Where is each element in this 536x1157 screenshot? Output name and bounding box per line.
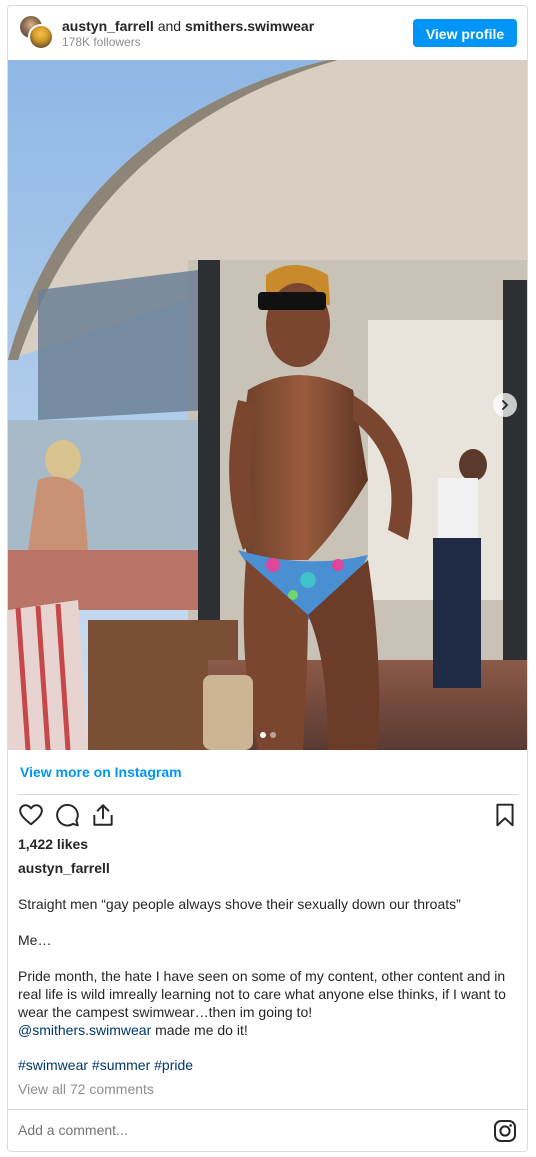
hashtags[interactable]: #swimwear #summer #pride bbox=[18, 1057, 193, 1073]
view-comments-link[interactable]: View all 72 comments bbox=[18, 1081, 154, 1097]
caption-line: Me… bbox=[18, 932, 52, 948]
follower-count: 178K followers bbox=[62, 35, 141, 49]
comment-input[interactable] bbox=[18, 1122, 438, 1138]
carousel-dot bbox=[259, 732, 266, 738]
caption-line: made me do it! bbox=[151, 1022, 248, 1038]
divider bbox=[18, 794, 518, 795]
chevron-right-icon bbox=[502, 400, 509, 410]
next-slide-button[interactable] bbox=[493, 393, 517, 417]
authors-conjunction: and bbox=[153, 18, 185, 34]
author-username[interactable]: austyn_farrell bbox=[62, 18, 154, 34]
divider bbox=[8, 1109, 527, 1110]
caption-line: Pride month, the hate I have seen on som… bbox=[18, 968, 506, 1020]
share-icon[interactable] bbox=[90, 802, 116, 828]
carousel-dot bbox=[269, 732, 276, 738]
view-more-link[interactable]: View more on Instagram bbox=[20, 764, 182, 780]
avatar-stack[interactable] bbox=[18, 14, 54, 50]
post-caption: Straight men “gay people always shove th… bbox=[18, 895, 518, 1039]
instagram-icon[interactable] bbox=[493, 1119, 517, 1143]
post-photo[interactable] bbox=[8, 60, 527, 750]
post-authors: austyn_farrell and smithers.swimwear bbox=[62, 17, 314, 35]
action-bar bbox=[18, 802, 518, 830]
view-profile-button[interactable]: View profile bbox=[413, 19, 517, 47]
instagram-embed-card: austyn_farrell and smithers.swimwear 178… bbox=[7, 5, 528, 1152]
post-header: austyn_farrell and smithers.swimwear 178… bbox=[8, 6, 527, 60]
carousel-indicator bbox=[259, 732, 276, 738]
collaborator-username[interactable]: smithers.swimwear bbox=[185, 18, 314, 34]
caption-line: Straight men “gay people always shove th… bbox=[18, 896, 461, 912]
heart-icon[interactable] bbox=[18, 802, 44, 828]
bookmark-icon[interactable] bbox=[492, 802, 518, 828]
avatar bbox=[28, 24, 54, 50]
like-count[interactable]: 1,422 likes bbox=[18, 836, 88, 852]
caption-author[interactable]: austyn_farrell bbox=[18, 860, 110, 876]
mention-link[interactable]: @smithers.swimwear bbox=[18, 1022, 151, 1038]
photo-illustration bbox=[8, 60, 527, 750]
comment-icon[interactable] bbox=[54, 802, 80, 828]
